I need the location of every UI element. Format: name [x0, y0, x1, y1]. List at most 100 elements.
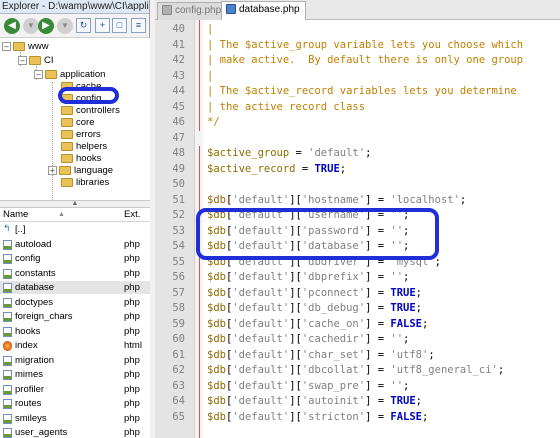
file-ext: php: [124, 427, 140, 438]
file-name: autoload: [15, 238, 52, 250]
expand-icon[interactable]: +: [48, 165, 57, 175]
code-token: 'char_set': [301, 348, 366, 361]
file-row-index[interactable]: index html: [0, 339, 150, 352]
file-name: constants: [15, 267, 56, 279]
folder-tree[interactable]: – www – CI – application cache config contr…: [0, 38, 150, 200]
column-header-name[interactable]: Name: [3, 208, 28, 221]
file-row-hooks[interactable]: hooks php: [0, 325, 150, 338]
file-row-smileys[interactable]: smileys php: [0, 412, 150, 425]
code-token: 'default': [232, 317, 290, 330]
properties-icon[interactable]: ≡: [131, 18, 146, 33]
dropdown-arrow-icon[interactable]: ▼: [23, 18, 39, 34]
code-line[interactable]: $db['default']['char_set'] = 'utf8';: [207, 348, 435, 364]
file-row-autoload[interactable]: autoload php: [0, 238, 150, 251]
collapse-icon[interactable]: –: [18, 55, 27, 65]
line-number: 49: [172, 162, 185, 175]
code-token: ] =: [365, 255, 391, 268]
tab-database-php[interactable]: database.php: [221, 1, 306, 21]
code-line[interactable]: $db['default']['pconnect'] = TRUE;: [207, 286, 422, 302]
code-line[interactable]: $db['default']['swap_pre'] = '';: [207, 379, 409, 395]
code-token: $db: [207, 333, 226, 345]
code-line[interactable]: $db['default']['password'] = '';: [207, 224, 409, 240]
code-line[interactable]: $db['default']['autoinit'] = TRUE;: [207, 394, 422, 410]
code-line[interactable]: |: [207, 22, 213, 38]
code-line[interactable]: |: [207, 69, 213, 85]
code-line[interactable]: $db['default']['dbdriver'] = 'mysql';: [207, 255, 441, 271]
code-token: $db: [207, 395, 226, 407]
code-token: $db: [207, 410, 226, 423]
code-line[interactable]: $db['default']['dbprefix'] = '';: [207, 270, 409, 286]
code-token: 'default': [232, 348, 290, 361]
php-file-icon: [3, 268, 12, 279]
code-line[interactable]: */: [207, 115, 220, 131]
file-row-foreign_chars[interactable]: foreign_chars php: [0, 310, 150, 323]
tab-config-php[interactable]: config.php: [157, 2, 228, 20]
code-line[interactable]: $db['default']['username'] = '';: [207, 208, 409, 224]
code-token: $active_group: [207, 147, 290, 159]
code-line[interactable]: $db['default']['stricton'] = FALSE;: [207, 410, 428, 426]
code-line[interactable]: $db['default']['db_debug'] = TRUE;: [207, 301, 422, 317]
tree-item-www[interactable]: – www: [2, 40, 49, 53]
php-file-icon: [3, 384, 12, 395]
folder-icon: [61, 177, 73, 187]
code-line[interactable]: | make active. By default there is only …: [207, 53, 523, 69]
back-icon[interactable]: ◀: [4, 18, 20, 34]
line-number: 61: [172, 348, 185, 361]
forward-icon[interactable]: ▶: [38, 18, 54, 34]
code-token: 'password': [301, 224, 366, 237]
file-row-config[interactable]: config php: [0, 252, 150, 265]
code-token: ] =: [365, 410, 391, 423]
file-row-database[interactable]: database php: [0, 281, 150, 294]
explorer-panel: Explorer - D:\wamp\www\CI\applic... ◀ ▼ …: [0, 0, 150, 438]
file-name: routes: [15, 398, 42, 409]
code-token: 'default': [232, 255, 290, 268]
code-editor[interactable]: 40 41 42 43 44 45 46 47 48 49 50 51 52 53 54 55 56 57 58 59…: [155, 20, 560, 438]
code-token: 'autoinit': [301, 395, 366, 407]
code-line[interactable]: | The $active_group variable lets you ch…: [207, 38, 523, 54]
code-token: FALSE: [390, 317, 422, 330]
collapse-icon[interactable]: –: [2, 41, 11, 51]
file-row-doctypes[interactable]: doctypes php: [0, 296, 150, 309]
code-line[interactable]: $db['default']['database'] = '';: [207, 239, 409, 255]
new-file-icon[interactable]: +: [95, 18, 110, 33]
code-line[interactable]: $db['default']['hostname'] = 'localhost'…: [207, 193, 466, 209]
file-row-mimes[interactable]: mimes php: [0, 368, 150, 381]
collapse-icon[interactable]: –: [34, 69, 43, 79]
code-line[interactable]: $active_record = TRUE;: [207, 162, 346, 178]
code-line[interactable]: $db['default']['cache_on'] = FALSE;: [207, 317, 428, 333]
code-token: 'default': [308, 147, 366, 159]
refresh-icon[interactable]: ↻: [76, 18, 91, 33]
tree-item-ci[interactable]: – CI: [18, 54, 54, 67]
file-list[interactable]: Name ▲ Ext. ↰ [..] autoload php config php con…: [0, 208, 150, 438]
file-name: migration: [15, 354, 55, 366]
code-token: 'cache_on': [301, 317, 366, 330]
line-number: 60: [172, 333, 185, 345]
file-row-routes[interactable]: routes php: [0, 397, 150, 410]
code-line[interactable]: | the active record class: [207, 100, 365, 116]
file-row-profiler[interactable]: profiler php: [0, 383, 150, 396]
tree-item-libraries[interactable]: libraries: [61, 176, 109, 189]
line-number: 64: [172, 395, 185, 407]
line-number: 48: [172, 147, 185, 159]
code-line[interactable]: | The $active_record variables lets you …: [207, 84, 517, 100]
file-row-user_agents[interactable]: user_agents php: [0, 426, 150, 438]
new-folder-icon[interactable]: □: [112, 18, 127, 33]
file-row-[interactable]: ↰ [..]: [0, 223, 150, 236]
code-line[interactable]: $db['default']['dbcollat'] = 'utf8_gener…: [207, 363, 504, 379]
file-row-constants[interactable]: constants php: [0, 267, 150, 280]
html-file-icon: [3, 341, 12, 351]
code-token: ][: [289, 224, 302, 237]
dropdown-arrow-icon[interactable]: ▼: [57, 18, 73, 34]
file-list-header: Name ▲ Ext.: [0, 208, 150, 222]
code-token: ][: [289, 271, 302, 283]
code-line[interactable]: $db['default']['cachedir'] = '';: [207, 332, 409, 348]
panel-splitter[interactable]: ▲: [0, 200, 150, 208]
code-token: ;: [403, 271, 410, 283]
file-row-migration[interactable]: migration php: [0, 354, 150, 367]
code-token: ] =: [365, 286, 391, 299]
line-number: 54: [172, 240, 185, 252]
column-header-ext[interactable]: Ext.: [124, 208, 140, 221]
code-token: $db: [207, 286, 226, 299]
code-line[interactable]: $active_group = 'default';: [207, 146, 371, 162]
folder-icon: [29, 55, 41, 65]
